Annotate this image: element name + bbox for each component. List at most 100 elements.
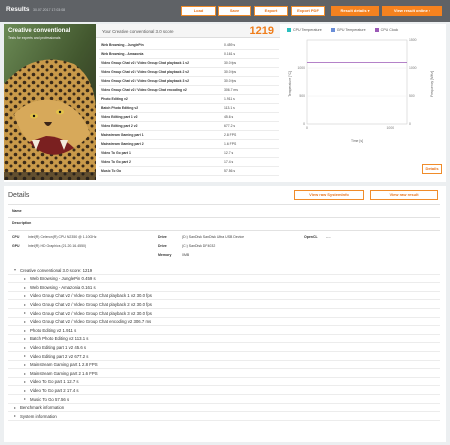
tree-item[interactable]: ▸ Video Editing part 1 v2 45.6 s bbox=[8, 343, 440, 352]
tree-item-label: Music To Go 57.56 s bbox=[30, 396, 70, 402]
tree-item-label: Video To Go part 2 17.4 s bbox=[30, 387, 79, 393]
y-right-tick-label: 1500 bbox=[409, 38, 417, 42]
view-raw-result-button[interactable]: View raw result bbox=[370, 190, 438, 200]
y-right-axis-label: Frequency [MHz] bbox=[430, 71, 434, 97]
tree-item-label: Mainstream Gaming part 1 2.8 FPS bbox=[30, 362, 98, 368]
y-left-axis-label: Temperature [°C] bbox=[288, 71, 292, 97]
view-result-online-button[interactable]: View result online › bbox=[382, 6, 442, 16]
result-value: 0.161 s bbox=[224, 52, 236, 56]
expand-right-icon[interactable]: ▸ bbox=[24, 371, 26, 376]
expand-right-icon[interactable]: ▸ bbox=[24, 293, 26, 298]
expand-right-icon[interactable]: ▸ bbox=[24, 285, 26, 290]
chevron-down-icon: ▾ bbox=[367, 9, 370, 13]
tree-item[interactable]: ▸ Web Browsing - Amazonia 0.161 s bbox=[8, 283, 440, 292]
tree-item[interactable]: ▸ Mainstream Gaming part 1 2.8 FPS bbox=[8, 361, 440, 370]
expand-right-icon[interactable]: ▸ bbox=[24, 336, 26, 341]
cpu-temperature-swatch bbox=[287, 28, 291, 33]
result-name: Video Group Chat v2 / Video Group Chat e… bbox=[101, 88, 187, 92]
result-value: 113.1 s bbox=[224, 106, 235, 110]
view-result-online-label: View result online bbox=[393, 8, 428, 13]
tree-item[interactable]: ▸ Batch Photo Editing v2 113.1 s bbox=[8, 335, 440, 344]
tree-item-label: Photo Editing v2 1.911 s bbox=[30, 327, 77, 333]
save-button[interactable]: Save bbox=[218, 6, 251, 16]
y-left-tick-label: 500 bbox=[299, 94, 305, 98]
tree-item[interactable]: ▸ Video Editing part 2 v2 677.2 s bbox=[8, 352, 440, 361]
memory-label: Memory bbox=[158, 253, 172, 257]
expand-right-icon[interactable]: ▸ bbox=[14, 405, 16, 410]
tree-item-label: Video Editing part 1 v2 45.6 s bbox=[30, 344, 87, 350]
gpu-value: Intel(R) HD Graphics (21.20.16.4550) bbox=[28, 244, 87, 248]
result-name: Web Browsing - JunglePin bbox=[101, 43, 144, 47]
result-name: Mainstream Gaming part 2 bbox=[101, 142, 144, 146]
tree-item-label: Video Group Chat v2 / Video Group Chat e… bbox=[30, 319, 152, 325]
tree-item[interactable]: ▸ Video To Go part 2 17.4 s bbox=[8, 386, 440, 395]
chart-details-button[interactable]: Details bbox=[422, 164, 442, 174]
tree-item-label: Video Editing part 2 v2 677.2 s bbox=[30, 353, 89, 359]
result-row: Mainstream Gaming part 2 1.6 FPS bbox=[99, 140, 279, 149]
result-value: 0.459 s bbox=[224, 43, 236, 47]
result-value: 677.2 s bbox=[224, 124, 236, 128]
expand-right-icon[interactable]: ▸ bbox=[24, 310, 26, 315]
tree-item[interactable]: ▸ Video Group Chat v2 / Video Group Chat … bbox=[8, 309, 440, 318]
y-right-tick-label: 1000 bbox=[409, 66, 417, 70]
result-name: Video Editing part 1 v2 bbox=[101, 115, 138, 119]
result-details-button[interactable]: Result details ▾ bbox=[331, 6, 379, 16]
tree-item-label: Web Browsing - Amazonia 0.161 s bbox=[30, 284, 96, 290]
expand-right-icon[interactable]: ▸ bbox=[24, 362, 26, 367]
tree-item[interactable]: ▸ Web Browsing - JunglePin 0.459 s bbox=[8, 275, 440, 284]
details-panel: Details View raw SystemInfo View raw res… bbox=[4, 186, 446, 442]
result-row: Mainstream Gaming part 1 2.8 FPS bbox=[99, 131, 279, 140]
result-name: Video Group Chat v2 / Video Group Chat p… bbox=[101, 70, 190, 74]
cpu-label: CPU bbox=[12, 235, 20, 239]
result-value: 45.6 s bbox=[224, 115, 234, 119]
result-name: Web Browsing - Amazonia bbox=[101, 52, 144, 56]
tree-item[interactable]: ▸ Video Group Chat v2 / Video Group Chat … bbox=[8, 318, 440, 327]
tree-item[interactable]: ▸ Mainstream Gaming part 2 1.6 FPS bbox=[8, 369, 440, 378]
expand-right-icon[interactable]: ▸ bbox=[14, 413, 16, 418]
result-value: 17.4 s bbox=[224, 160, 234, 164]
expand-right-icon[interactable]: ▸ bbox=[24, 379, 26, 384]
drive-label: Drive bbox=[158, 235, 167, 239]
tree-item-benchmark-information[interactable]: ▸ Benchmark information bbox=[8, 404, 440, 413]
result-name: Video Editing part 2 v2 bbox=[101, 124, 138, 128]
expand-down-icon[interactable]: ▾ bbox=[14, 267, 16, 272]
expand-right-icon[interactable]: ▸ bbox=[24, 353, 26, 358]
load-button[interactable]: Load bbox=[181, 6, 216, 16]
description-label: Description bbox=[12, 221, 32, 225]
tree-item-score[interactable]: ▾ Creative conventional 3.0 score: 1219 bbox=[8, 266, 440, 275]
result-row: Video Editing part 2 v2 677.2 s bbox=[99, 122, 279, 131]
tree-item[interactable]: ▸ Video To Go part 1 12.7 s bbox=[8, 378, 440, 387]
result-row: Photo Editing v2 1.911 s bbox=[99, 95, 279, 104]
score-box: Your Creative conventional 3.0 score 121… bbox=[96, 24, 280, 38]
name-label: Name bbox=[12, 209, 22, 213]
result-details-label: Result details bbox=[340, 8, 367, 13]
view-raw-systeminfo-button[interactable]: View raw SystemInfo bbox=[294, 190, 364, 200]
tree-item[interactable]: ▸ Video Group Chat v2 / Video Group Chat … bbox=[8, 292, 440, 301]
y-left-tick-label: 0 bbox=[303, 122, 305, 126]
expand-right-icon[interactable]: ▸ bbox=[24, 396, 26, 401]
expand-right-icon[interactable]: ▸ bbox=[24, 328, 26, 333]
export-pdf-button[interactable]: Export PDF bbox=[291, 6, 325, 16]
expand-right-icon[interactable]: ▸ bbox=[24, 276, 26, 281]
results-date: 30.07.2017 17:03:08 bbox=[33, 8, 66, 12]
tree-item[interactable]: ▸ Photo Editing v2 1.911 s bbox=[8, 326, 440, 335]
results-table: Web Browsing - JunglePin 0.459 s Web Brows… bbox=[99, 41, 279, 176]
cpu-value: Intel(R) Celeron(R) CPU N2350 @ 1.10GHz bbox=[28, 235, 97, 239]
result-name: Video To Go part 1 bbox=[101, 151, 131, 155]
tree-item[interactable]: ▸ Music To Go 57.56 s bbox=[8, 395, 440, 404]
tree-item[interactable]: ▸ Video Group Chat v2 / Video Group Chat … bbox=[8, 300, 440, 309]
export-button[interactable]: Export bbox=[254, 6, 288, 16]
expand-right-icon[interactable]: ▸ bbox=[24, 319, 26, 324]
result-value: 1.6 FPS bbox=[224, 142, 237, 146]
result-value: 30.0 fps bbox=[224, 61, 237, 65]
x-tick-label: 0 bbox=[306, 126, 308, 130]
expand-right-icon[interactable]: ▸ bbox=[24, 302, 26, 307]
drive-value: (C:) SanDisk DF4032 bbox=[182, 244, 216, 248]
result-row: Video Group Chat v2 / Video Group Chat e… bbox=[99, 86, 279, 95]
expand-right-icon[interactable]: ▸ bbox=[24, 345, 26, 350]
tree-item-label: Web Browsing - JunglePin 0.459 s bbox=[30, 276, 96, 282]
result-summary-panel: Creative conventional Tests for experts … bbox=[4, 24, 446, 182]
tree-item-system-information[interactable]: ▸ System information bbox=[8, 412, 440, 421]
result-name: Mainstream Gaming part 1 bbox=[101, 133, 144, 137]
expand-right-icon[interactable]: ▸ bbox=[24, 388, 26, 393]
